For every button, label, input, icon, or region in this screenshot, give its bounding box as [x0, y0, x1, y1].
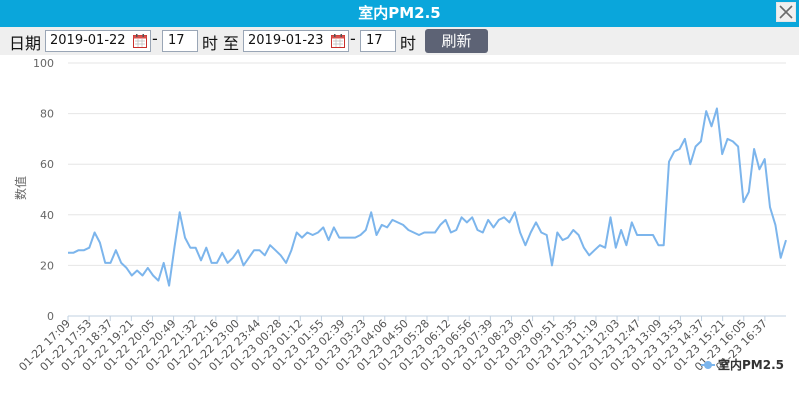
legend-symbol-marker: [704, 361, 712, 369]
to-label: 至: [223, 34, 240, 53]
chart-grid: [68, 62, 786, 317]
y-tick-label: 40: [40, 209, 54, 222]
hour-label: 时: [400, 34, 417, 53]
series-line-pm25: [68, 107, 787, 287]
date-hour-separator: -: [350, 29, 356, 48]
y-tick-label: 100: [33, 57, 54, 70]
start-date-value: 2019-01-22: [50, 33, 126, 48]
calendar-icon[interactable]: [133, 34, 147, 48]
y-axis-ticks: 0 20 40 60 80 100: [33, 57, 54, 323]
legend-label: 室内PM2.5: [718, 357, 784, 372]
y-axis-title: 数值: [13, 176, 28, 200]
end-date-input[interactable]: 2019-01-23: [243, 30, 349, 52]
start-hour-input[interactable]: 17: [162, 30, 198, 52]
end-hour-input[interactable]: 17: [360, 30, 396, 52]
y-tick-label: 60: [40, 158, 54, 171]
end-date-value: 2019-01-23: [248, 33, 324, 48]
pm25-line-chart: 0 20 40 60 80 100 数值 01-22 17:0901-22 17:5301…: [13, 57, 787, 374]
y-tick-label: 20: [40, 259, 54, 272]
y-tick-label: 0: [47, 310, 54, 323]
title-bar: 室内PM2.5: [0, 0, 799, 27]
date-label: 日期: [9, 34, 42, 53]
window-title: 室内PM2.5: [358, 4, 441, 22]
calendar-icon[interactable]: [331, 34, 345, 48]
refresh-button[interactable]: 刷新: [425, 29, 488, 53]
start-date-input[interactable]: 2019-01-22: [45, 30, 151, 52]
x-axis-ticks: 01-22 17:0901-22 17:5301-22 18:3701-22 1…: [16, 316, 770, 374]
close-icon: [779, 5, 793, 19]
filter-toolbar: 日期 2019-01-22 - 17 时 至 2019-01-23 - 17 时…: [0, 27, 799, 55]
y-tick-label: 80: [40, 108, 54, 121]
hour-label: 时: [202, 34, 219, 53]
date-hour-separator: -: [152, 29, 158, 48]
close-button[interactable]: [776, 2, 796, 22]
